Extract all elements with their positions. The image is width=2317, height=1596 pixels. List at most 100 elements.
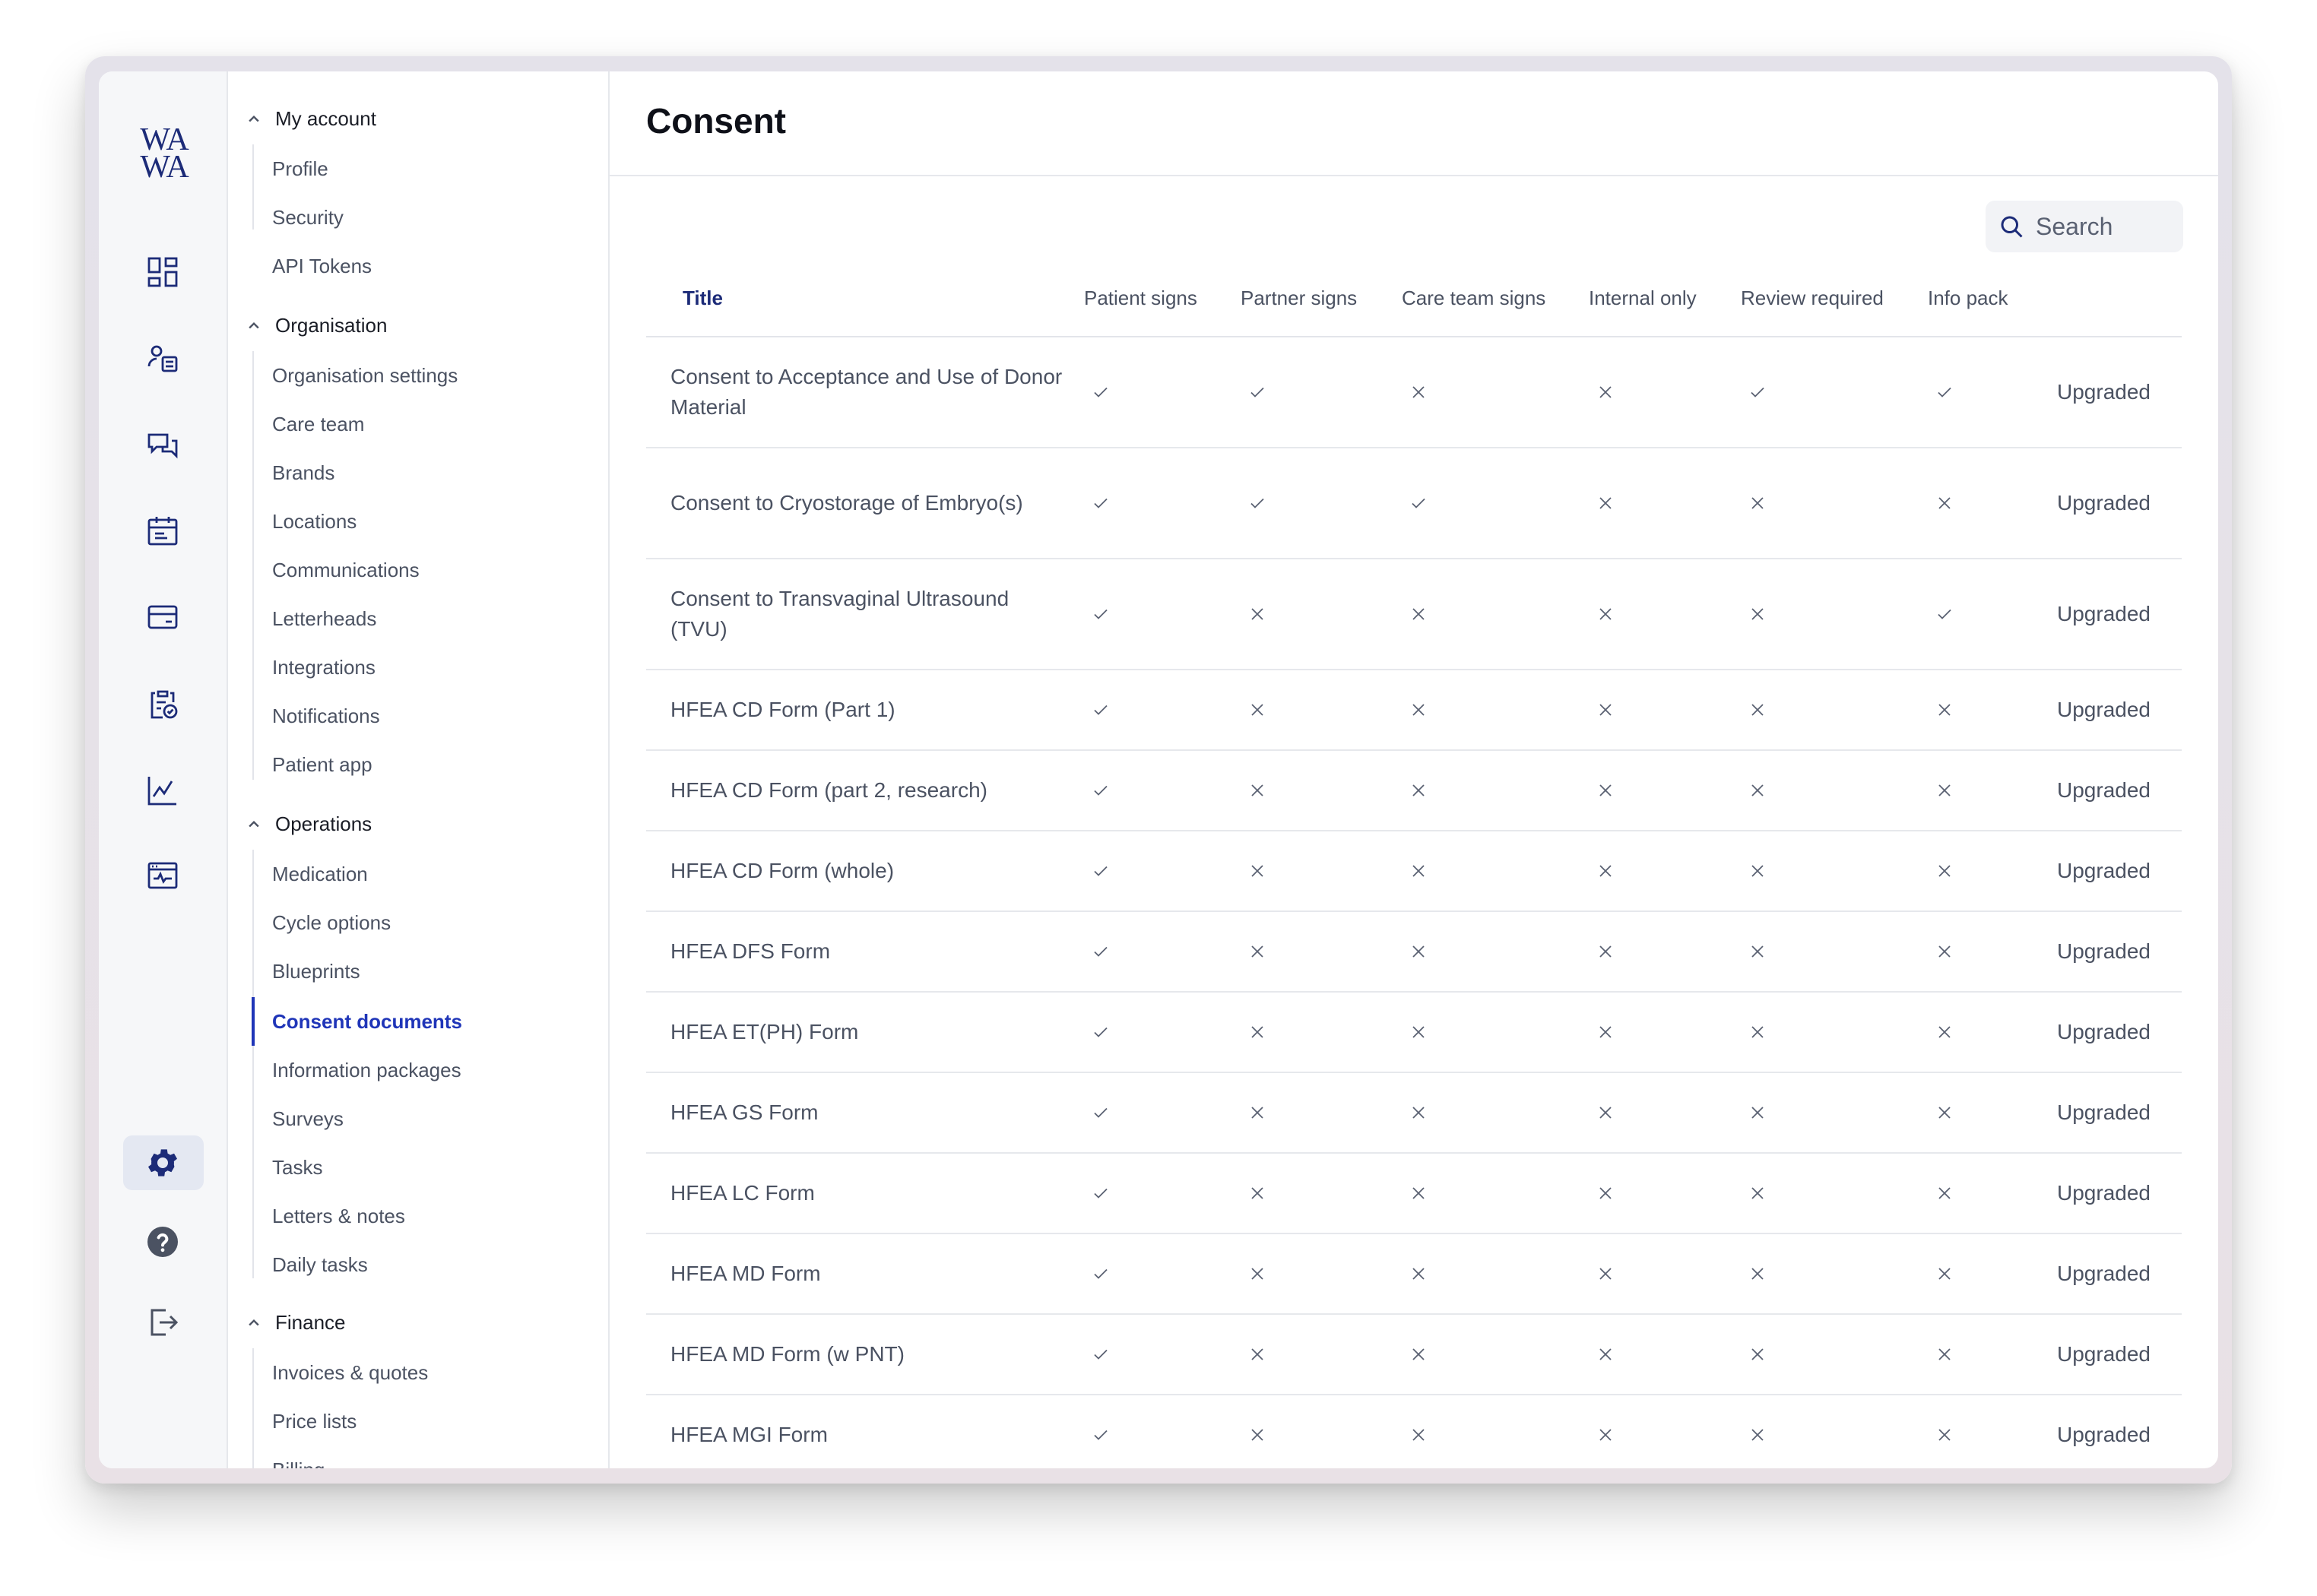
column-info-pack[interactable]: Info pack: [1928, 260, 2008, 336]
nav-item-information-packages[interactable]: Information packages: [272, 1055, 461, 1085]
section-guide: [252, 144, 254, 230]
table-row[interactable]: HFEA MD Form (w PNT) Upgraded: [646, 1315, 2182, 1395]
column-title[interactable]: Title: [683, 260, 723, 336]
clipboard-check-icon[interactable]: [138, 679, 187, 728]
row-status: Upgraded: [2057, 1020, 2151, 1043]
row-title[interactable]: HFEA MD Form (w PNT): [670, 1315, 1066, 1394]
row-title[interactable]: HFEA CD Form (Part 1): [670, 670, 1066, 749]
nav-item-integrations[interactable]: Integrations: [272, 652, 376, 682]
nav-item-care-team[interactable]: Care team: [272, 409, 364, 439]
nav-item-brands[interactable]: Brands: [272, 458, 334, 488]
nav-item-security[interactable]: Security: [272, 202, 344, 233]
cross-icon: [1403, 751, 1434, 830]
help-icon[interactable]: [138, 1218, 187, 1266]
nav-item-surveys[interactable]: Surveys: [272, 1104, 344, 1134]
nav-item-organisation-settings[interactable]: Organisation settings: [272, 360, 458, 391]
logout-icon[interactable]: [138, 1298, 187, 1347]
table-row[interactable]: HFEA GS Form Upgraded: [646, 1073, 2182, 1154]
dashboard-icon[interactable]: [138, 248, 187, 296]
nav-item-invoices-quotes[interactable]: Invoices & quotes: [272, 1357, 428, 1388]
column-internal-only[interactable]: Internal only: [1589, 260, 1697, 336]
column-partner-signs[interactable]: Partner signs: [1241, 260, 1357, 336]
cross-icon: [1929, 1234, 1960, 1313]
cross-icon: [1742, 1154, 1773, 1233]
table-row[interactable]: HFEA CD Form (whole) Upgraded: [646, 831, 2182, 912]
row-title[interactable]: HFEA MGI Form: [670, 1395, 1066, 1468]
table-row[interactable]: HFEA CD Form (Part 1) Upgraded: [646, 670, 2182, 751]
table-row[interactable]: HFEA CD Form (part 2, research) Upgraded: [646, 751, 2182, 831]
section-operations[interactable]: Operations: [243, 809, 372, 839]
row-title[interactable]: HFEA GS Form: [670, 1073, 1066, 1152]
column-patient-signs[interactable]: Patient signs: [1084, 260, 1197, 336]
table-row[interactable]: HFEA LC Form Upgraded: [646, 1154, 2182, 1234]
cross-icon: [1742, 993, 1773, 1072]
nav-item-communications[interactable]: Communications: [272, 555, 420, 585]
row-title[interactable]: HFEA MD Form: [670, 1234, 1066, 1313]
nav-item-consent-documents[interactable]: Consent documents: [272, 1006, 462, 1037]
check-icon: [1086, 912, 1116, 991]
cross-icon: [1590, 751, 1621, 830]
nav-item-letterheads[interactable]: Letterheads: [272, 603, 376, 634]
row-title[interactable]: Consent to Transvaginal Ultrasound (TVU): [670, 559, 1066, 669]
nav-item-letters-notes[interactable]: Letters & notes: [272, 1201, 405, 1231]
nav-item-daily-tasks[interactable]: Daily tasks: [272, 1249, 368, 1280]
page-title: Consent: [646, 101, 786, 141]
nav-item-price-lists[interactable]: Price lists: [272, 1406, 357, 1436]
row-status: Upgraded: [2057, 380, 2151, 404]
section-label: Operations: [275, 812, 372, 835]
icon-rail: WA WA: [99, 71, 228, 1468]
table-row[interactable]: Consent to Transvaginal Ultrasound (TVU)…: [646, 559, 2182, 670]
nav-item-billing[interactable]: Billing: [272, 1455, 325, 1469]
cross-icon: [1242, 751, 1273, 830]
section-guide: [252, 850, 254, 1278]
messages-icon[interactable]: [138, 421, 187, 470]
nav-item-tasks[interactable]: Tasks: [272, 1152, 322, 1183]
table-row[interactable]: Consent to Acceptance and Use of Donor M…: [646, 337, 2182, 448]
nav-item-medication[interactable]: Medication: [272, 859, 368, 889]
billing-card-icon[interactable]: [138, 593, 187, 641]
table-row[interactable]: HFEA MGI Form Upgraded: [646, 1395, 2182, 1468]
row-title[interactable]: HFEA DFS Form: [670, 912, 1066, 991]
section-my-account[interactable]: My account: [243, 103, 376, 134]
cross-icon: [1403, 993, 1434, 1072]
monitor-icon[interactable]: [138, 851, 187, 900]
table-row[interactable]: Consent to Cryostorage of Embryo(s) Upgra…: [646, 448, 2182, 559]
row-status: Upgraded: [2057, 491, 2151, 515]
nav-item-blueprints[interactable]: Blueprints: [272, 956, 360, 986]
cross-icon: [1742, 751, 1773, 830]
settings-gear-icon[interactable]: [138, 1138, 187, 1187]
nav-item-cycle-options[interactable]: Cycle options: [272, 907, 391, 938]
cross-icon: [1590, 559, 1621, 669]
column-review-required[interactable]: Review required: [1741, 260, 1884, 336]
section-organisation[interactable]: Organisation: [243, 310, 387, 340]
brand-logo[interactable]: WA WA: [132, 124, 196, 183]
patient-list-icon[interactable]: [138, 334, 187, 383]
row-title[interactable]: Consent to Acceptance and Use of Donor M…: [670, 337, 1066, 447]
nav-item-patient-app[interactable]: Patient app: [272, 749, 372, 780]
analytics-chart-icon[interactable]: [138, 766, 187, 815]
nav-item-locations[interactable]: Locations: [272, 506, 357, 537]
cross-icon: [1403, 1073, 1434, 1152]
check-icon: [1086, 1315, 1116, 1394]
table-row[interactable]: HFEA ET(PH) Form Upgraded: [646, 993, 2182, 1073]
calendar-icon[interactable]: [138, 506, 187, 555]
settings-sidebar: My account Profile Security API Tokens O…: [228, 71, 610, 1468]
row-title[interactable]: HFEA ET(PH) Form: [670, 993, 1066, 1072]
table-row[interactable]: HFEA DFS Form Upgraded: [646, 912, 2182, 993]
check-icon: [1929, 337, 1960, 447]
row-status: Upgraded: [2057, 1100, 2151, 1124]
nav-item-api-tokens[interactable]: API Tokens: [272, 251, 372, 281]
row-title[interactable]: HFEA CD Form (whole): [670, 831, 1066, 910]
nav-item-notifications[interactable]: Notifications: [272, 701, 380, 731]
column-care-team-signs[interactable]: Care team signs: [1402, 260, 1545, 336]
row-title[interactable]: HFEA LC Form: [670, 1154, 1066, 1233]
table-row[interactable]: HFEA MD Form Upgraded: [646, 1234, 2182, 1315]
check-icon: [1086, 670, 1116, 749]
search-input[interactable]: Search: [1986, 201, 2183, 252]
row-title[interactable]: HFEA CD Form (part 2, research): [670, 751, 1066, 830]
row-title[interactable]: Consent to Cryostorage of Embryo(s): [670, 448, 1066, 558]
nav-item-profile[interactable]: Profile: [272, 154, 328, 184]
check-icon: [1086, 1073, 1116, 1152]
table-header: Title Patient signs Partner signs Care t…: [646, 260, 2182, 337]
section-finance[interactable]: Finance: [243, 1307, 346, 1338]
